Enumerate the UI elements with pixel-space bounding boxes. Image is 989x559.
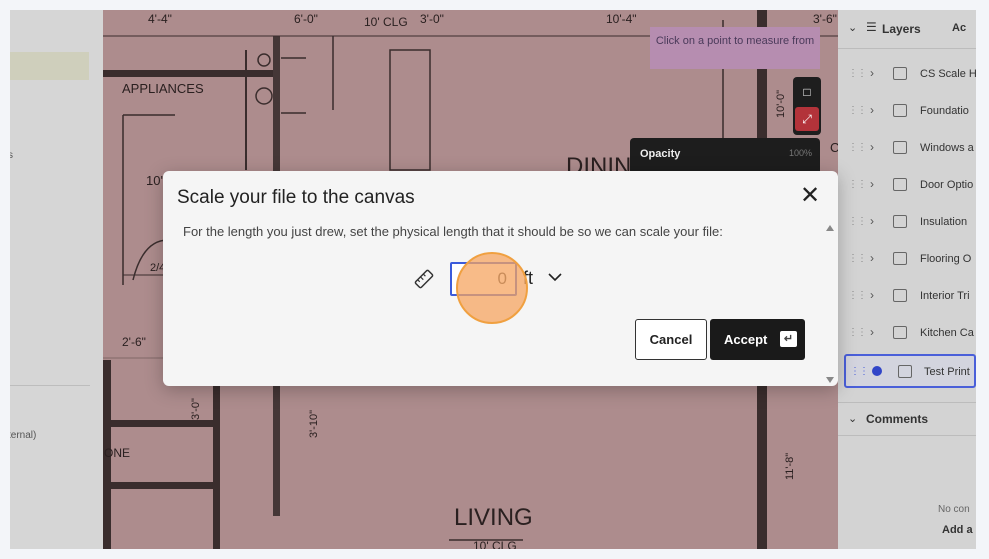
chevron-right-icon[interactable]: › xyxy=(870,288,874,302)
drag-handle-icon[interactable]: ⋮⋮ xyxy=(850,366,869,377)
chevron-down-icon[interactable] xyxy=(547,271,563,283)
layer-type-icon xyxy=(893,67,907,80)
add-comment-link[interactable]: Add a xyxy=(942,524,973,536)
click-indicator xyxy=(456,252,528,324)
ceiling-label: 10' CLG xyxy=(473,539,517,549)
layer-name: CS Scale H xyxy=(920,68,976,80)
dimension-label: 3'-10" xyxy=(308,409,320,438)
left-panel: s ternal) xyxy=(10,10,103,549)
layer-type-icon xyxy=(893,141,907,154)
drag-handle-icon[interactable]: ⋮⋮ xyxy=(848,327,867,338)
lock-icon[interactable]: □ xyxy=(795,81,819,103)
layers-panel: ⌄ ☰ Layers Ac ⋮⋮ › CS Scale H ⋮⋮ › Found… xyxy=(838,10,976,549)
dimension-label: 10'-4" xyxy=(606,12,637,26)
layer-row-selected[interactable]: ⋮⋮ Test Print xyxy=(844,354,976,388)
accept-button[interactable]: Accept ↵ xyxy=(710,319,805,360)
scale-file-dialog: Scale your file to the canvas ✕ For the … xyxy=(163,171,838,386)
layer-name: Kitchen Ca xyxy=(920,327,974,339)
image-icon xyxy=(898,365,912,378)
layer-name: Flooring O xyxy=(920,253,972,265)
comments-header[interactable]: ⌄ Comments xyxy=(838,402,976,436)
close-icon[interactable]: ✕ xyxy=(796,183,824,211)
left-panel-text-fragment: s xyxy=(10,150,13,161)
room-label-fragment: ONE xyxy=(104,446,131,460)
scroll-down-arrow-icon[interactable] xyxy=(826,377,834,383)
drag-handle-icon[interactable]: ⋮⋮ xyxy=(848,68,867,79)
layer-type-icon xyxy=(893,252,907,265)
left-panel-text-fragment-2: ternal) xyxy=(10,430,37,441)
layer-row[interactable]: ⋮⋮ › Insulation xyxy=(838,204,976,241)
dimension-label: 2'-6" xyxy=(122,335,146,349)
chevron-down-icon[interactable]: ⌄ xyxy=(848,21,857,34)
chevron-right-icon[interactable]: › xyxy=(870,103,874,117)
visibility-dot-icon[interactable] xyxy=(872,366,882,376)
measure-hint-tooltip: Click on a point to measure from xyxy=(650,27,820,69)
accept-label: Accept xyxy=(724,332,768,347)
layer-row[interactable]: ⋮⋮ › CS Scale H xyxy=(838,56,976,93)
chevron-right-icon[interactable]: › xyxy=(870,325,874,339)
chevron-right-icon[interactable]: › xyxy=(870,214,874,228)
layer-name: Foundatio xyxy=(920,105,969,117)
dimension-label: 6'-0" xyxy=(294,12,318,26)
no-comments-text: No con xyxy=(938,504,970,515)
room-label-living: LIVING xyxy=(454,504,533,531)
layer-row[interactable]: ⋮⋮ › Windows a xyxy=(838,130,976,167)
drag-handle-icon[interactable]: ⋮⋮ xyxy=(848,142,867,153)
dimension-label: 3'-6" xyxy=(813,12,837,26)
layer-type-icon xyxy=(893,326,907,339)
cancel-button[interactable]: Cancel xyxy=(635,319,707,360)
chevron-right-icon[interactable]: › xyxy=(870,140,874,154)
layer-type-icon xyxy=(893,289,907,302)
layer-name: Insulation xyxy=(920,216,968,228)
drag-handle-icon[interactable]: ⋮⋮ xyxy=(848,179,867,190)
layer-name: Door Optio xyxy=(920,179,974,191)
drag-handle-icon[interactable]: ⋮⋮ xyxy=(848,216,867,227)
chevron-right-icon[interactable]: › xyxy=(870,251,874,265)
ruler-icon xyxy=(414,269,434,289)
resize-icon[interactable]: ⤢ xyxy=(795,107,819,131)
dimension-label: 11'-8" xyxy=(784,452,796,480)
layer-row[interactable]: ⋮⋮ › Interior Tri xyxy=(838,278,976,315)
app-frame: s ternal) 4'-4" 6'-0" 10' CLG 3'-0" 10'-… xyxy=(10,10,976,549)
comments-title: Comments xyxy=(866,412,929,426)
layer-row[interactable]: ⋮⋮ › Door Optio xyxy=(838,167,976,204)
enter-key-icon: ↵ xyxy=(780,331,797,347)
layer-row[interactable]: ⋮⋮ › Kitchen Ca xyxy=(838,315,976,352)
drag-handle-icon[interactable]: ⋮⋮ xyxy=(848,105,867,116)
layer-name: Interior Tri xyxy=(920,290,970,302)
layer-row[interactable]: ⋮⋮ › Flooring O xyxy=(838,241,976,278)
dialog-description: For the length you just drew, set the ph… xyxy=(183,224,723,239)
chevron-right-icon[interactable]: › xyxy=(870,66,874,80)
dialog-title: Scale your file to the canvas xyxy=(177,187,415,208)
left-panel-divider xyxy=(10,385,90,386)
left-panel-highlight xyxy=(10,52,89,80)
layers-icon: ☰ xyxy=(866,20,877,34)
layer-name: Test Print xyxy=(924,366,970,378)
layer-name: Windows a xyxy=(920,142,974,154)
canvas-mini-toolbar: □ ⤢ xyxy=(793,77,821,135)
dimension-label: 10'-0" xyxy=(775,89,787,118)
chevron-right-icon[interactable]: › xyxy=(870,177,874,191)
layer-row[interactable]: ⋮⋮ › Foundatio xyxy=(838,93,976,130)
dimension-label: 4'-4" xyxy=(148,12,172,26)
layers-title: Layers xyxy=(882,22,921,36)
measure-hint-text: Click on a point to measure from xyxy=(655,35,815,47)
dimension-label: 3'-0" xyxy=(190,398,202,420)
chevron-down-icon[interactable]: ⌄ xyxy=(848,412,857,425)
room-label-appliances: APPLIANCES xyxy=(122,81,204,96)
drag-handle-icon[interactable]: ⋮⋮ xyxy=(848,290,867,301)
ceiling-label: 10' CLG xyxy=(364,15,408,29)
opacity-value: 100% xyxy=(788,148,812,158)
layers-header[interactable]: ⌄ ☰ Layers Ac xyxy=(838,10,976,49)
layer-type-icon xyxy=(893,104,907,117)
layer-type-icon xyxy=(893,215,907,228)
drag-handle-icon[interactable]: ⋮⋮ xyxy=(848,253,867,264)
dimension-label: 3'-0" xyxy=(420,12,444,26)
layer-type-icon xyxy=(893,178,907,191)
opacity-label: Opacity xyxy=(640,148,681,160)
add-layer-button[interactable]: Ac xyxy=(952,22,966,34)
scroll-up-arrow-icon[interactable] xyxy=(826,225,834,231)
